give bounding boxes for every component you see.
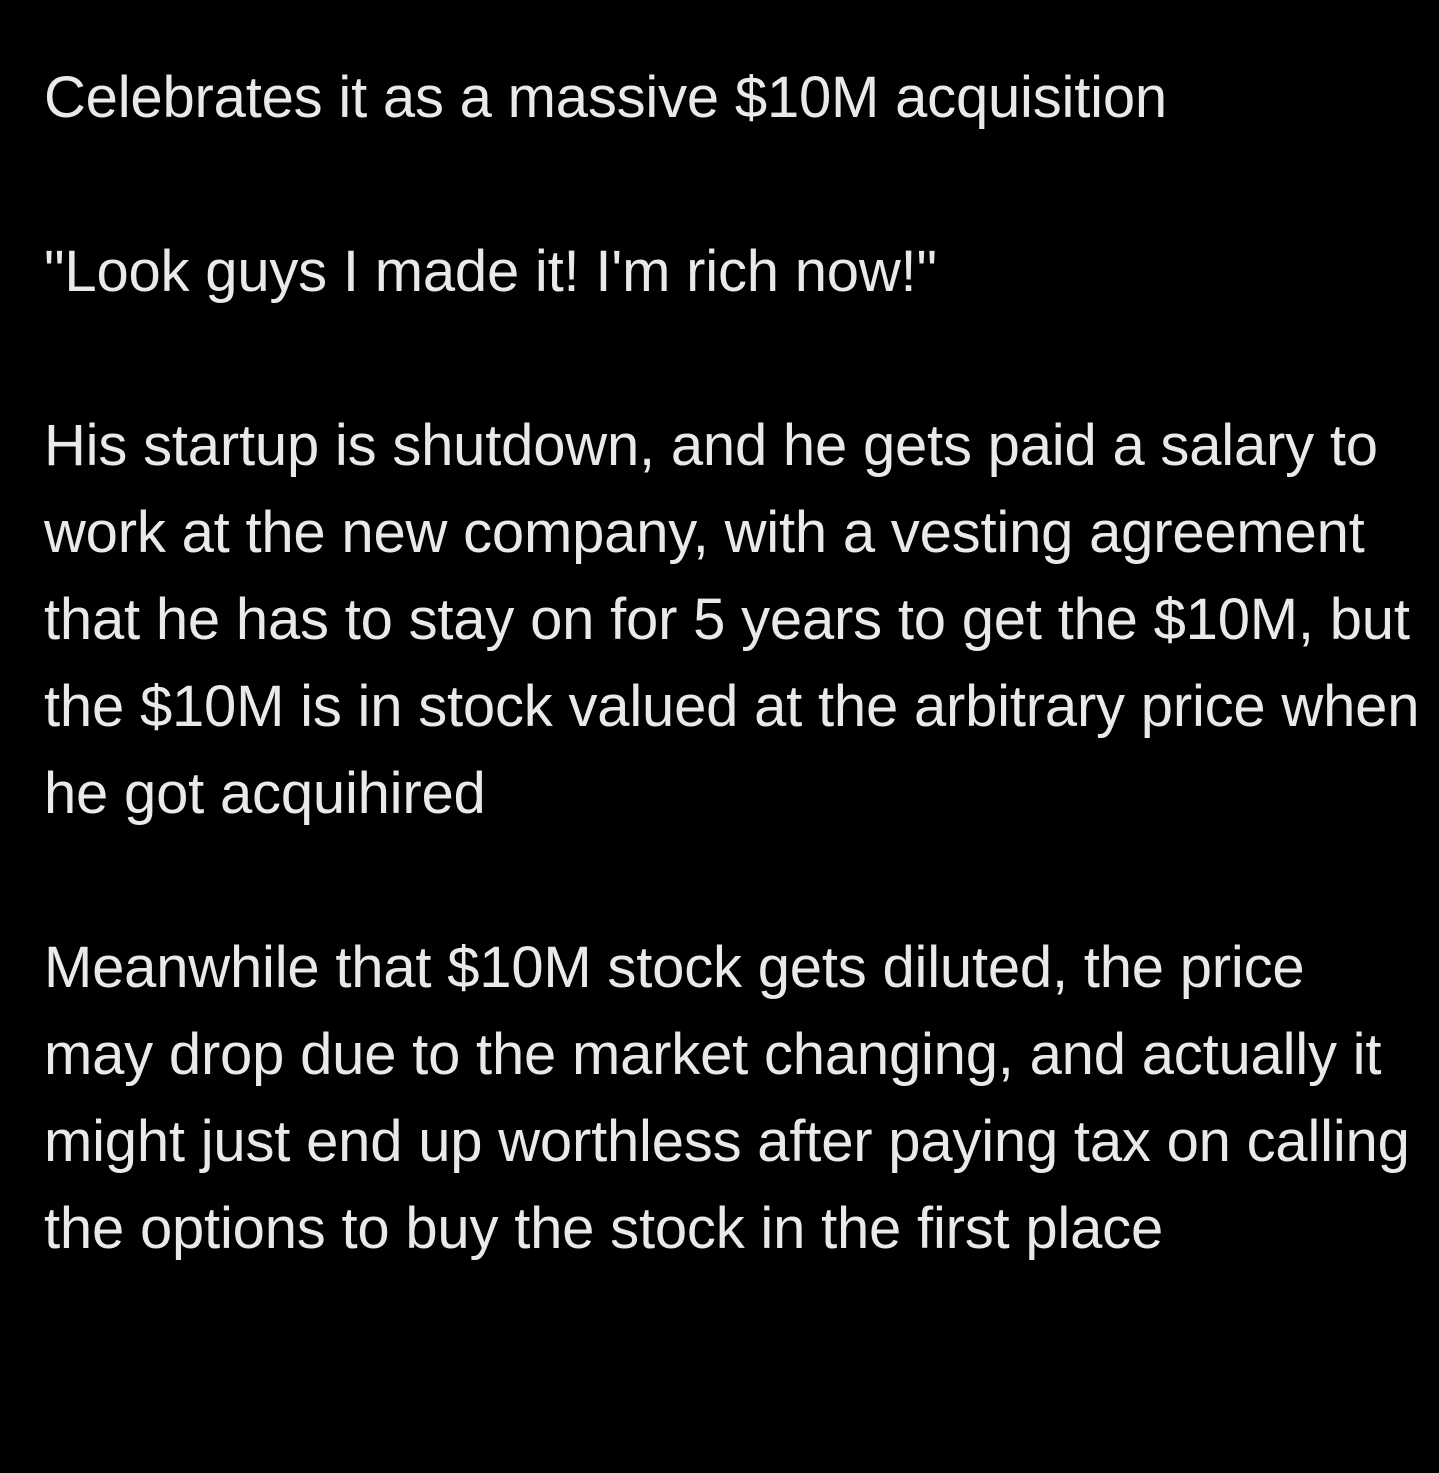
- post-paragraph-1: Celebrates it as a massive $10M acquisit…: [44, 65, 1167, 130]
- post-text-body: Celebrates it as a massive $10M acquisit…: [44, 54, 1424, 1272]
- post-paragraph-4: Meanwhile that $10M stock gets diluted, …: [44, 935, 1426, 1261]
- post-paragraph-2: "Look guys I made it! I'm rich now!": [44, 239, 937, 304]
- post-paragraph-3: His startup is shutdown, and he gets pai…: [44, 413, 1436, 826]
